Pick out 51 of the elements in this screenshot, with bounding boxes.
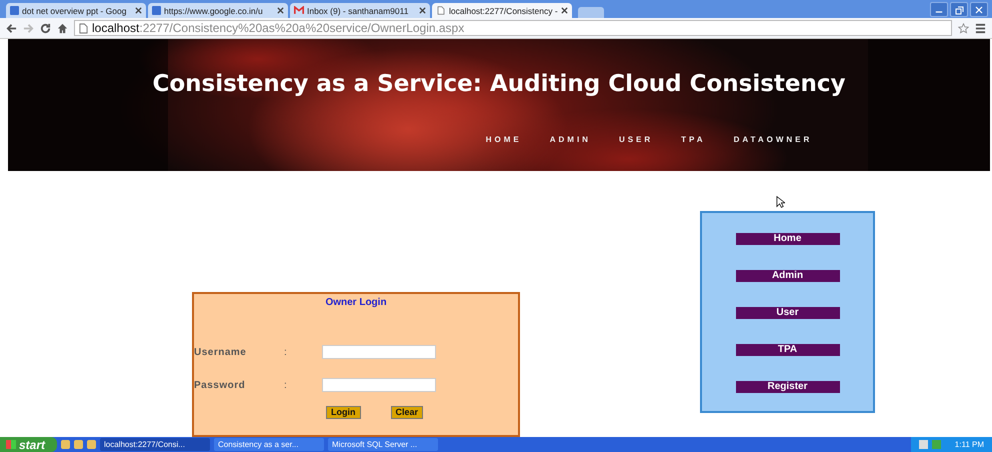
close-icon[interactable] xyxy=(561,7,568,14)
form-button[interactable]: Login xyxy=(326,406,360,419)
star-icon[interactable] xyxy=(958,22,969,34)
nav-link[interactable]: ADMIN xyxy=(550,135,591,144)
input-field[interactable] xyxy=(322,378,436,392)
nav-link[interactable]: USER xyxy=(618,135,654,144)
browser-tab[interactable]: https://www.google.co.in/u xyxy=(148,3,288,18)
windows-logo-icon xyxy=(6,440,16,449)
nav-link[interactable]: DATAOWNER xyxy=(734,135,812,144)
login-title: Owner Login xyxy=(324,297,388,308)
clock: 1:11 PM xyxy=(954,440,984,449)
site-title: Consistency as a Service: Auditing Cloud Consistency xyxy=(152,71,846,97)
close-button[interactable] xyxy=(970,2,988,17)
close-icon[interactable] xyxy=(419,7,426,14)
taskbar-button[interactable]: Microsoft SQL Server ... xyxy=(328,438,438,451)
close-icon xyxy=(974,4,984,14)
browser-tab[interactable]: Inbox (9) - santhanam9011 xyxy=(290,3,430,18)
minimize-button[interactable] xyxy=(930,2,948,17)
close-icon[interactable] xyxy=(135,7,142,14)
field-label: Username xyxy=(194,346,248,358)
url-text: localhost:2277/Consistency%20as%20a%20service/OwnerLogin.aspx xyxy=(92,21,464,35)
reload-icon[interactable] xyxy=(40,22,51,34)
field-label: Password xyxy=(194,380,246,390)
menu-icon[interactable] xyxy=(975,22,986,34)
close-icon[interactable] xyxy=(277,7,284,14)
menu-button[interactable]: Home xyxy=(736,233,840,245)
menu-button[interactable]: Register xyxy=(736,381,840,393)
page-icon xyxy=(79,22,88,34)
nav-link[interactable]: HOME xyxy=(486,135,522,144)
start-button[interactable]: start xyxy=(0,437,58,452)
field-separator: : xyxy=(284,346,288,358)
nav-link[interactable]: TPA xyxy=(681,135,706,144)
taskbar-button[interactable]: localhost:2277/Consi... xyxy=(100,438,210,451)
mail-icon xyxy=(294,6,304,15)
taskbar-button[interactable]: Consistency as a ser... xyxy=(214,438,324,451)
menu-button[interactable]: Admin xyxy=(736,270,840,282)
restore-button[interactable] xyxy=(950,2,968,17)
form-button[interactable]: Clear xyxy=(390,406,424,419)
minimize-icon xyxy=(935,11,943,13)
page-icon xyxy=(436,6,446,15)
browser-tab[interactable]: localhost:2277/Consistency - xyxy=(432,3,572,18)
restore-icon xyxy=(954,4,964,14)
home-icon[interactable] xyxy=(57,22,68,34)
menu-button[interactable]: User xyxy=(736,307,840,319)
input-field[interactable] xyxy=(322,345,436,359)
field-separator: : xyxy=(284,380,288,390)
back-icon[interactable] xyxy=(6,22,17,34)
address-field[interactable]: localhost:2277/Consistency%20as%20a%20service/OwnerLogin.aspx xyxy=(74,20,952,36)
mouse-pointer-icon xyxy=(776,195,785,209)
browser-tab[interactable]: dot net overview ppt - Goog xyxy=(6,3,146,18)
menu-button[interactable]: TPA xyxy=(736,344,840,356)
